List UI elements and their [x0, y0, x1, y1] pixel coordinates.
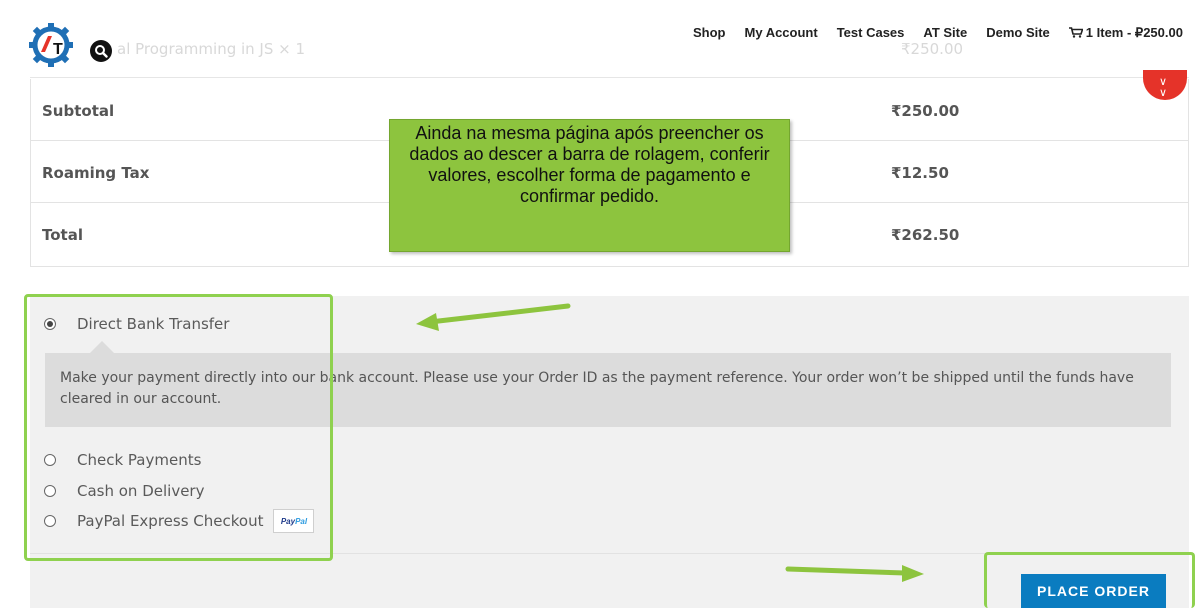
annotation-arrows	[416, 303, 924, 582]
arrow-to-payment-methods	[416, 303, 571, 331]
arrow-to-place-order	[785, 565, 924, 582]
